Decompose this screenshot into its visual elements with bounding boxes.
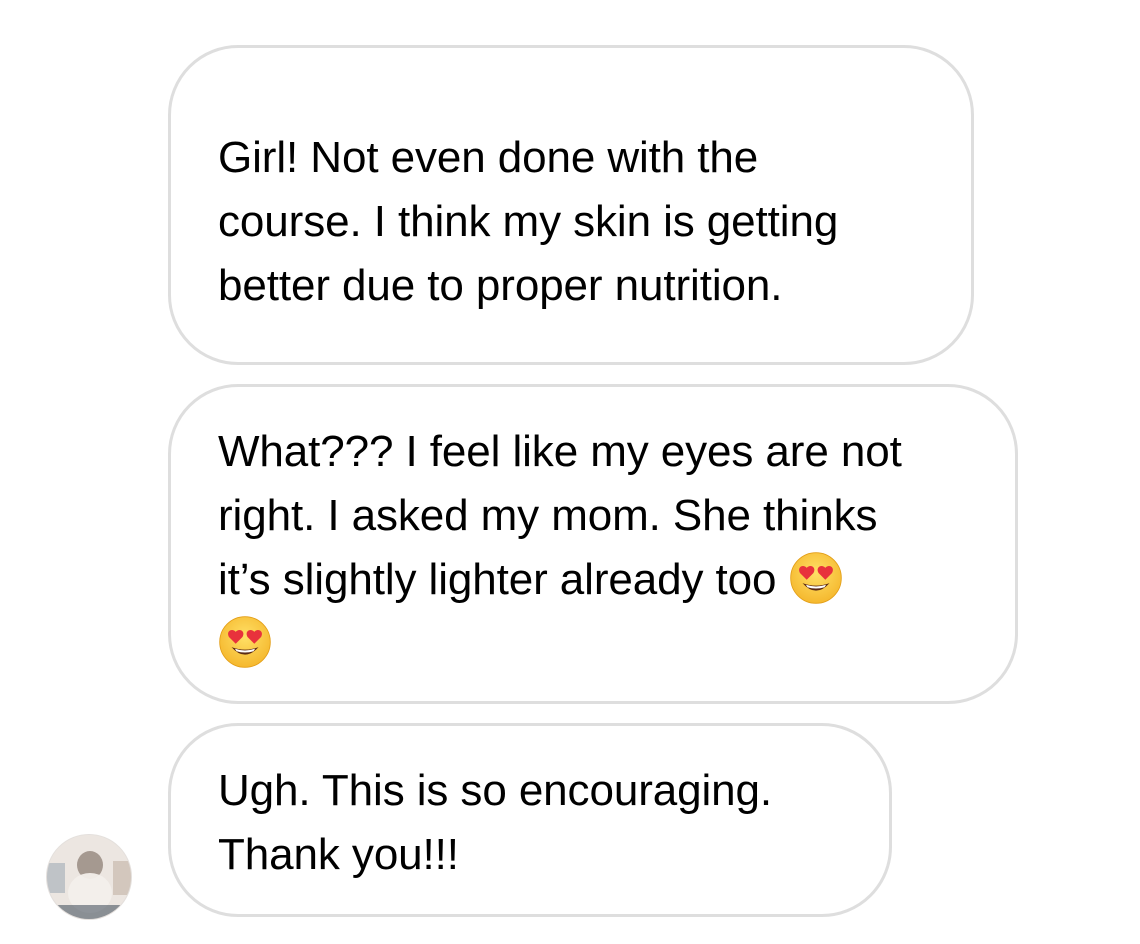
message-text: Girl! Not even done with the course. I t… [218, 126, 971, 318]
message-line: it’s slightly lighter already too [218, 548, 1015, 612]
message-bubble[interactable]: What??? I feel like my eyes are not righ… [168, 384, 1018, 704]
message-line: right. I asked my mom. She thinks [218, 491, 878, 540]
avatar[interactable] [46, 834, 132, 920]
message-line: What??? I feel like my eyes are not [218, 427, 902, 476]
message-bubble[interactable]: Ugh. This is so encouraging. Thank you!!… [168, 723, 892, 917]
message-text: Ugh. This is so encouraging. Thank you!!… [218, 759, 889, 887]
heart-eyes-emoji-icon [219, 616, 271, 669]
message-line: better due to proper nutrition. [218, 261, 783, 310]
message-line: Ugh. This is so encouraging. [218, 766, 773, 815]
heart-eyes-emoji-icon [789, 552, 842, 605]
message-bubble[interactable]: Girl! Not even done with the course. I t… [168, 45, 974, 365]
message-line: course. I think my skin is getting [218, 197, 839, 246]
message-line: Girl! Not even done with the [218, 133, 759, 182]
message-line-text: it’s slightly lighter already too [218, 555, 777, 604]
message-text: What??? I feel like my eyes are not righ… [218, 420, 1015, 676]
message-line [218, 612, 1015, 676]
avatar-photo-icon [47, 835, 131, 919]
message-line: Thank you!!! [218, 830, 459, 879]
